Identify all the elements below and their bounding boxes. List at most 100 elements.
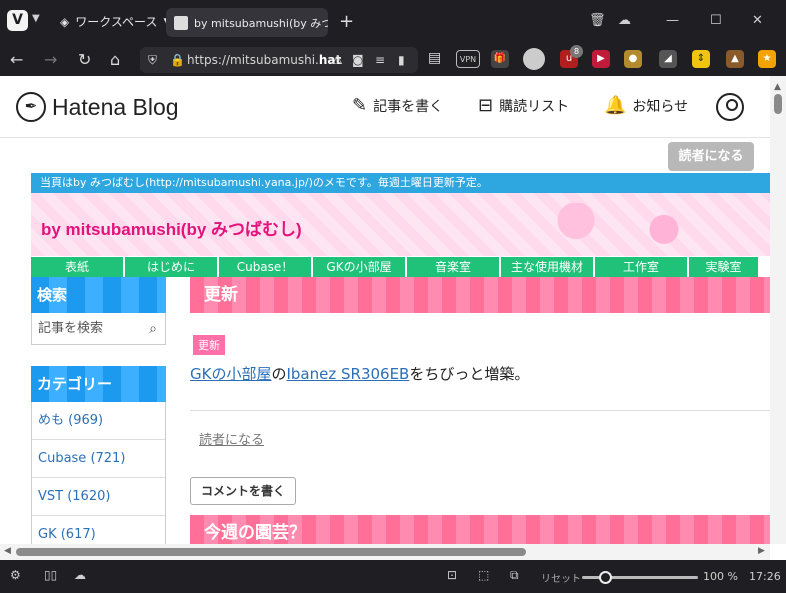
minimize-button[interactable]: — — [666, 13, 679, 28]
post-category-tag[interactable]: 更新 — [193, 335, 225, 355]
settings-icon[interactable]: ⚙ — [10, 568, 21, 582]
nav-item[interactable]: 表紙 — [31, 257, 123, 277]
inbox-icon: ⊟ — [478, 95, 494, 116]
post-link-gk[interactable]: GKの小部屋 — [190, 365, 271, 383]
sidebar: 検索 記事を検索 ⌕ カテゴリー めも (969) Cubase (721) V… — [31, 277, 166, 554]
home-button[interactable]: ⌂ — [110, 50, 120, 69]
new-tab-button[interactable]: + — [339, 11, 354, 32]
star-extension-icon[interactable]: ★ — [758, 50, 776, 68]
hatena-logo-text: Hatena Blog — [52, 93, 179, 120]
vertical-scrollbar[interactable]: ▲ — [770, 76, 786, 544]
title-bar: V ▼ ◈ ワークスペース ▼ by mitsubamushi(by みつばむし… — [0, 0, 786, 44]
vpn-button[interactable]: VPN — [456, 50, 480, 68]
capture-icon[interactable]: ⊡ — [447, 568, 457, 582]
pen-icon: ✒ — [16, 92, 46, 122]
favicon-icon — [174, 15, 188, 30]
write-article-label: 記事を書く — [373, 98, 444, 115]
zoom-level: 100 % — [703, 570, 738, 583]
profile-avatar[interactable] — [523, 48, 545, 70]
category-item[interactable]: VST (1620) — [32, 478, 165, 516]
edit-icon: ✎ — [352, 95, 368, 116]
blog-banner: by mitsubamushi(by みつばむし) — [31, 193, 770, 256]
trash-icon[interactable]: 🗑 — [589, 13, 606, 28]
notifications-link[interactable]: 🔔 お知らせ — [604, 95, 688, 116]
search-placeholder: 記事を検索 — [38, 321, 104, 336]
reload-button[interactable]: ↻ — [78, 50, 91, 69]
image-toggle-icon[interactable]: ⧉ — [510, 568, 519, 583]
scroll-left-icon[interactable]: ◀ — [4, 546, 11, 556]
notifications-label: お知らせ — [632, 98, 689, 115]
extension-badge: 8 — [570, 45, 583, 58]
nav-item[interactable]: GKの小部屋 — [313, 257, 405, 277]
workspace-label: ワークスペース — [75, 15, 158, 29]
tiling-icon[interactable]: ⬚ — [478, 568, 489, 582]
main-content: 更新 更新 GKの小部屋のIbanez SR306EBをちびっと増築。 読者にな… — [190, 277, 770, 551]
subscribe-link[interactable]: 読者になる — [199, 429, 264, 448]
warning-icon[interactable]: ⚠ — [332, 53, 343, 67]
scroll-thumb[interactable] — [774, 94, 782, 114]
arrow-extension-icon[interactable]: ⇕ — [692, 50, 710, 68]
post-text: の — [271, 365, 287, 383]
nav-item[interactable]: 主な使用機材 — [501, 257, 593, 277]
video-extension-icon[interactable]: ▶ — [592, 50, 610, 68]
scroll-up-icon[interactable]: ▲ — [774, 82, 781, 92]
nav-item[interactable]: 音楽室 — [407, 257, 499, 277]
workspace-button[interactable]: ◈ ワークスペース ▼ — [60, 13, 170, 30]
sakura-decoration — [510, 203, 730, 247]
write-article-link[interactable]: ✎ 記事を書く — [352, 95, 443, 116]
blog-notice: 当頁はby みつばむし(http://mitsubamushi.yana.jp/… — [31, 173, 770, 193]
monkey-extension-icon[interactable]: ● — [624, 50, 642, 68]
page-viewport: ✒ Hatena Blog ✎ 記事を書く ⊟ 購読リスト 🔔 お知らせ 読者に… — [0, 76, 786, 560]
global-nav: 表紙 はじめに Cubase！ GKの小部屋 音楽室 主な使用機材 工作室 実験… — [31, 257, 770, 277]
vivaldi-logo[interactable]: V — [7, 10, 28, 31]
zoom-slider-knob[interactable] — [599, 571, 612, 584]
hatena-blog-logo[interactable]: ✒ Hatena Blog — [16, 92, 179, 122]
cloud-sync-icon[interactable]: ☁ — [74, 568, 86, 582]
chevron-down-icon[interactable]: ▼ — [32, 13, 40, 24]
shield-icon[interactable]: ⛨ — [148, 53, 157, 68]
category-list: めも (969) Cubase (721) VST (1620) GK (617… — [31, 402, 166, 554]
post-title[interactable]: 更新 — [190, 277, 770, 313]
divider — [190, 410, 770, 411]
panel-toggle-icon[interactable]: ▯▯ — [44, 568, 57, 582]
active-tab[interactable]: by mitsubamushi(by みつばむし) — [166, 8, 328, 37]
zoom-reset-button[interactable]: リセット — [541, 570, 581, 585]
back-button[interactable]: ← — [10, 50, 23, 69]
close-button[interactable]: ✕ — [752, 13, 763, 28]
category-module-title: カテゴリー — [31, 366, 166, 402]
user-avatar-icon[interactable] — [716, 93, 744, 121]
post-link-ibanez[interactable]: Ibanez SR306EB — [286, 365, 409, 383]
rss-icon[interactable]: ◙ — [352, 53, 364, 67]
horizontal-scrollbar[interactable]: ◀ ▶ — [0, 544, 770, 560]
gift-icon[interactable]: 🎁 — [491, 50, 509, 68]
reader-view-icon[interactable]: ≡ — [375, 53, 385, 67]
nav-item[interactable]: はじめに — [125, 257, 217, 277]
subscribe-button[interactable]: 読者になる — [668, 142, 754, 171]
browser-window: V ▼ ◈ ワークスペース ▼ by mitsubamushi(by みつばむし… — [0, 0, 786, 593]
forward-button[interactable]: → — [44, 50, 57, 69]
blog-title[interactable]: by mitsubamushi(by みつばむし) — [41, 215, 302, 240]
book-icon[interactable]: ▤ — [428, 50, 441, 66]
subscription-list-link[interactable]: ⊟ 購読リスト — [478, 95, 569, 116]
bookmark-icon[interactable]: ▮ — [398, 53, 405, 67]
search-icon[interactable]: ⌕ — [149, 313, 157, 345]
nav-item[interactable]: 実験室 — [689, 257, 758, 277]
nav-item[interactable]: 工作室 — [595, 257, 687, 277]
tower-extension-icon[interactable]: ▲ — [726, 50, 744, 68]
zoom-slider[interactable] — [582, 571, 698, 584]
search-input[interactable]: 記事を検索 ⌕ — [31, 313, 166, 345]
maximize-button[interactable]: ☐ — [710, 13, 722, 28]
scroll-thumb[interactable] — [16, 548, 526, 556]
subscription-list-label: 購読リスト — [499, 98, 570, 115]
category-item[interactable]: Cubase (721) — [32, 440, 165, 478]
cloud-icon[interactable]: ☁ — [618, 13, 631, 28]
scroll-right-icon[interactable]: ▶ — [758, 546, 765, 556]
write-comment-button[interactable]: コメントを書く — [190, 477, 296, 505]
nav-item[interactable]: Cubase！ — [219, 257, 311, 277]
clock: 17:26 — [749, 570, 781, 583]
url-prefix: https://mitsubamushi. — [187, 53, 319, 67]
category-item[interactable]: めも (969) — [32, 402, 165, 440]
bell-icon: 🔔 — [604, 95, 627, 116]
status-bar: ⚙ ▯▯ ☁ ⊡ ⬚ ⧉ リセット 100 % 17:26 — [0, 560, 786, 593]
eraser-extension-icon[interactable]: ◢ — [659, 50, 677, 68]
